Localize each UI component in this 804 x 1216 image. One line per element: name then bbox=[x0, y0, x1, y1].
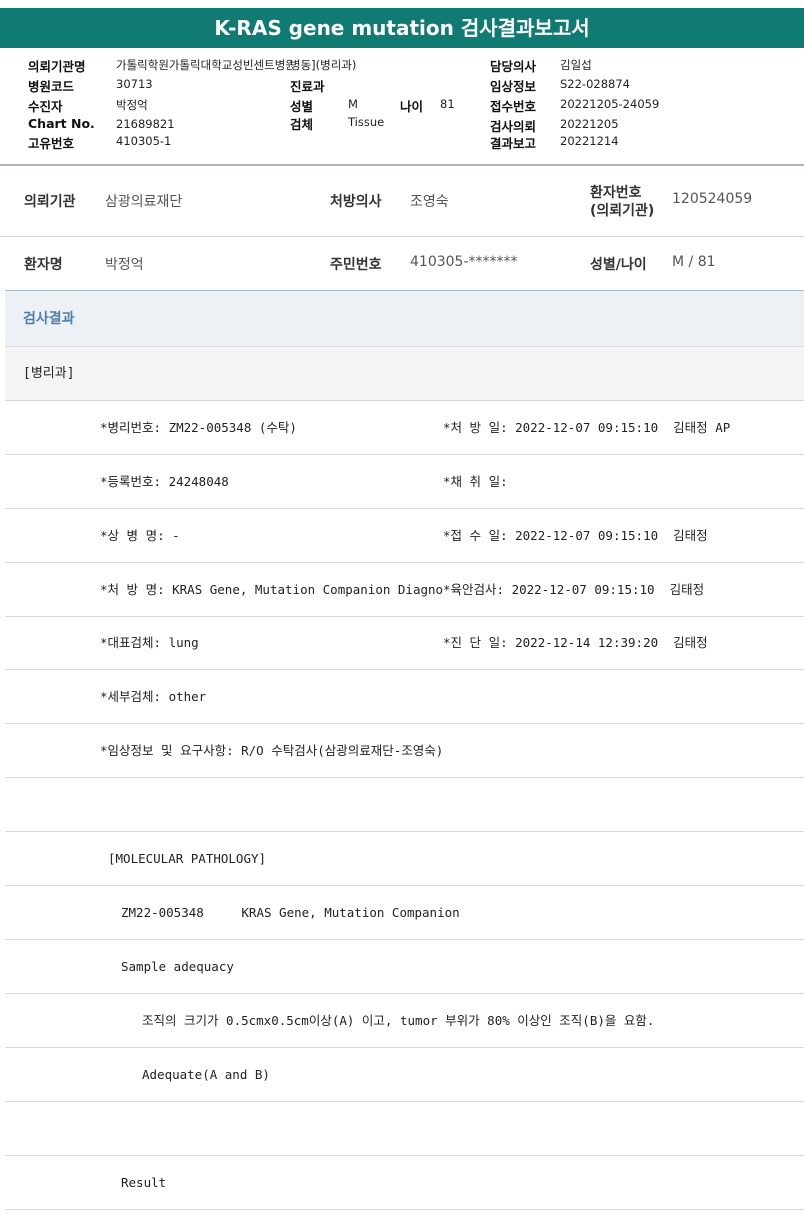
patient-no-sublabel: (의뢰기관) bbox=[590, 203, 655, 219]
name-label: 환자명 bbox=[24, 257, 63, 273]
row-left-text: *임상정보 및 요구사항: R/O 수탁검사(삼광의료재단-조영숙) bbox=[100, 743, 444, 758]
report-row: *상 병 명: - *접 수 일: 2022-12-07 09:15:10 김태… bbox=[5, 509, 804, 563]
row-left-text: ZM22-005348 KRAS Gene, Mutation Companio… bbox=[121, 905, 460, 920]
report-header: 의뢰기관명 가톨릭학원가톨릭대학교성빈센트병원 병동](병리과) 담당의사 김일… bbox=[0, 52, 804, 165]
report-row: *등록번호: 24248048 *채 취 일: bbox=[5, 455, 804, 509]
result-label: 결과보고 bbox=[490, 136, 537, 151]
report-row: *병리번호: ZM22-005348 (수탁) *처 방 일: 2022-12-… bbox=[5, 401, 804, 455]
report-title: K-RAS gene mutation 검사결과보고서 bbox=[0, 8, 804, 48]
row-right-text: *처 방 일: 2022-12-07 09:15:10 김태정 AP bbox=[443, 420, 731, 435]
chart-label: Chart No. bbox=[28, 116, 95, 131]
sex-label: 성별 bbox=[290, 99, 314, 114]
report-row: Result bbox=[5, 1156, 804, 1210]
row-left-text: Sample adequacy bbox=[121, 959, 234, 974]
age-label: 나이 bbox=[400, 99, 424, 114]
row-left-text: *등록번호: 24248048 bbox=[100, 474, 229, 489]
row-left-text: 조직의 크기가 0.5cmx0.5cm이상(A) 이고, tumor 부위가 8… bbox=[142, 1013, 655, 1028]
institution-label: 의뢰기관명 bbox=[28, 59, 86, 74]
sexage-value: M / 81 bbox=[672, 254, 716, 270]
chart-value: 21689821 bbox=[116, 117, 175, 131]
prescriber-value: 조영숙 bbox=[410, 194, 449, 210]
clinical-value: S22-028874 bbox=[560, 77, 630, 91]
report-row: *대표검체: lung *진 단 일: 2022-12-14 12:39:20 … bbox=[5, 616, 804, 670]
row-right-text: *육안검사: 2022-12-07 09:15:10 김태정 bbox=[443, 582, 705, 597]
request-value: 20221205 bbox=[560, 117, 619, 131]
report-row-empty bbox=[5, 778, 804, 832]
section-title: 검사결과 bbox=[5, 291, 804, 347]
report-row: Sample adequacy bbox=[5, 940, 804, 994]
row-right-text: *진 단 일: 2022-12-14 12:39:20 김태정 bbox=[443, 635, 708, 650]
report-row: Adequate(A and B) bbox=[5, 1048, 804, 1102]
prescriber-label: 처방의사 bbox=[330, 194, 382, 210]
patient-no-label: 환자번호 bbox=[590, 185, 642, 201]
clinic-label: 진료과 bbox=[290, 79, 325, 94]
specimen-value: Tissue bbox=[348, 115, 385, 129]
report-row: 조직의 크기가 0.5cmx0.5cm이상(A) 이고, tumor 부위가 8… bbox=[5, 994, 804, 1048]
report-row: [MOLECULAR PATHOLOGY] bbox=[5, 832, 804, 886]
name-value: 박정억 bbox=[105, 257, 144, 273]
rrn-label: 주민번호 bbox=[330, 257, 382, 273]
hospital-code-label: 병원코드 bbox=[28, 79, 75, 94]
row-right-text: *채 취 일: bbox=[443, 474, 508, 489]
report-row: *처 방 명: KRAS Gene, Mutation Companion Di… bbox=[5, 563, 804, 617]
clinical-label: 임상정보 bbox=[490, 79, 537, 94]
row-left-text: *상 병 명: - bbox=[100, 528, 180, 543]
header-divider bbox=[0, 164, 804, 166]
hospital-code-value: 30713 bbox=[116, 77, 153, 91]
report-row-empty bbox=[5, 1102, 804, 1156]
doctor-label: 담당의사 bbox=[490, 59, 537, 74]
org-label: 의뢰기관 bbox=[24, 194, 76, 210]
info-divider bbox=[0, 236, 804, 237]
unique-label: 고유번호 bbox=[28, 136, 75, 151]
report-row: ZM22-005348 KRAS Gene, Mutation Companio… bbox=[5, 886, 804, 940]
row-left-text: [MOLECULAR PATHOLOGY] bbox=[108, 851, 267, 866]
receipt-label: 접수번호 bbox=[490, 99, 537, 114]
receipt-value: 20221205-24059 bbox=[560, 97, 660, 111]
report-row: *임상정보 및 요구사항: R/O 수탁검사(삼광의료재단-조영숙) bbox=[5, 724, 804, 778]
sex-value: M bbox=[348, 97, 358, 111]
collector-value: 박정억 bbox=[116, 98, 148, 112]
unique-value: 410305-1 bbox=[116, 134, 172, 148]
institution-value: 가톨릭학원가톨릭대학교성빈센트병원 bbox=[116, 58, 292, 72]
result-value: 20221214 bbox=[560, 134, 619, 148]
patient-no-value: 120524059 bbox=[672, 191, 753, 207]
age-value: 81 bbox=[440, 97, 455, 111]
org-value: 삼광의료재단 bbox=[105, 194, 183, 210]
collector-label: 수진자 bbox=[28, 99, 63, 114]
row-right-text: *접 수 일: 2022-12-07 09:15:10 김태정 bbox=[443, 528, 708, 543]
row-left-text: *세부검체: other bbox=[100, 689, 207, 704]
rrn-value: 410305-******* bbox=[410, 254, 518, 270]
report-row: *세부검체: other bbox=[5, 670, 804, 724]
department-value: 병동](병리과) bbox=[290, 58, 357, 72]
row-left-text: *처 방 명: KRAS Gene, Mutation Companion Di… bbox=[100, 582, 443, 597]
row-left-text: Result bbox=[121, 1175, 167, 1190]
specimen-label: 검체 bbox=[290, 117, 314, 132]
sub-section-title: [병리과] bbox=[5, 347, 804, 401]
sexage-label: 성별/나이 bbox=[590, 257, 647, 273]
row-left-text: *대표검체: lung bbox=[100, 635, 199, 650]
row-left-text: *병리번호: ZM22-005348 (수탁) bbox=[100, 420, 297, 435]
row-left-text: Adequate(A and B) bbox=[142, 1067, 270, 1082]
doctor-value: 김일섭 bbox=[560, 58, 592, 72]
